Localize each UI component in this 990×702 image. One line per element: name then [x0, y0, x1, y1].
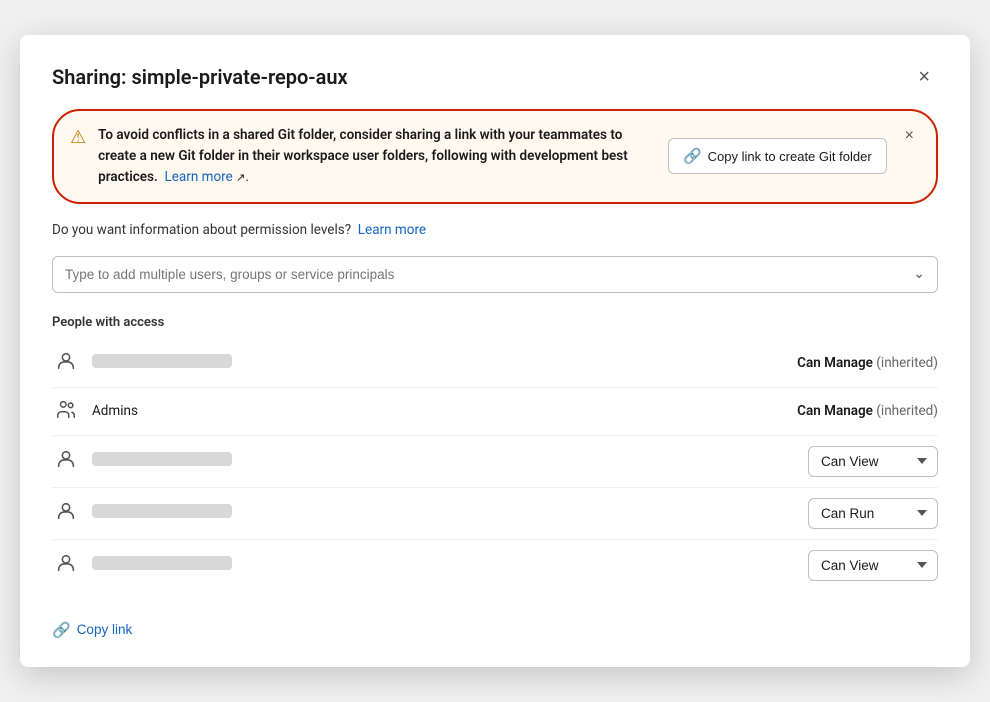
- permission-label: Can Manage (inherited): [738, 355, 938, 371]
- warning-banner: ⚠ To avoid conflicts in a shared Git fol…: [52, 109, 938, 204]
- permission-select[interactable]: Can ViewCan EditCan RunCan Manage: [808, 550, 938, 581]
- link-icon: 🔗: [683, 147, 702, 165]
- search-input[interactable]: [65, 257, 913, 292]
- sharing-modal: Sharing: simple-private-repo-aux × ⚠ To …: [20, 35, 970, 667]
- copy-git-folder-button[interactable]: 🔗 Copy link to create Git folder: [668, 138, 887, 174]
- modal-footer: 🔗 Copy link: [52, 609, 938, 643]
- warning-close-button[interactable]: ×: [899, 125, 920, 147]
- permission-label: Can Manage (inherited): [738, 403, 938, 419]
- chevron-down-icon: ⌄: [913, 266, 925, 282]
- search-input-wrapper: ⌄: [52, 256, 938, 293]
- link-icon: 🔗: [52, 621, 71, 639]
- person-name: [92, 452, 796, 470]
- person-name: [92, 556, 796, 574]
- copy-link-label: Copy link: [77, 622, 133, 637]
- group-icon: [52, 398, 80, 425]
- person-name: Admins: [92, 403, 726, 419]
- person-row: Can ViewCan EditCan RunCan Manage: [52, 488, 938, 540]
- person-row: Can Manage (inherited): [52, 340, 938, 388]
- permission-info: Do you want information about permission…: [52, 222, 938, 238]
- person-icon: [52, 500, 80, 527]
- modal-header: Sharing: simple-private-repo-aux ×: [52, 63, 938, 91]
- permission-select[interactable]: Can ViewCan EditCan RunCan Manage: [808, 498, 938, 529]
- people-with-access-label: People with access: [52, 315, 938, 330]
- permission-info-text: Do you want information about permission…: [52, 222, 351, 238]
- warning-learn-more-link[interactable]: Learn more: [164, 169, 232, 185]
- person-icon: [52, 448, 80, 475]
- people-list: Can Manage (inherited) Admins Can Manage…: [52, 340, 938, 591]
- warning-icon: ⚠: [70, 127, 86, 148]
- person-name: [92, 504, 796, 522]
- copy-git-folder-label: Copy link to create Git folder: [708, 149, 872, 164]
- person-name: [92, 354, 726, 372]
- person-row: Can ViewCan EditCan RunCan Manage: [52, 540, 938, 591]
- person-row: Can ViewCan EditCan RunCan Manage: [52, 436, 938, 488]
- warning-external-icon: ↗: [236, 171, 245, 184]
- permission-learn-more-link[interactable]: Learn more: [358, 222, 426, 238]
- modal-title: Sharing: simple-private-repo-aux: [52, 65, 348, 89]
- copy-link-button[interactable]: 🔗 Copy link: [52, 617, 132, 643]
- warning-text: To avoid conflicts in a shared Git folde…: [98, 125, 656, 188]
- modal-close-button[interactable]: ×: [910, 63, 938, 91]
- person-icon: [52, 552, 80, 579]
- permission-select[interactable]: Can ViewCan EditCan RunCan Manage: [808, 446, 938, 477]
- person-icon: [52, 350, 80, 377]
- person-row: Admins Can Manage (inherited): [52, 388, 938, 436]
